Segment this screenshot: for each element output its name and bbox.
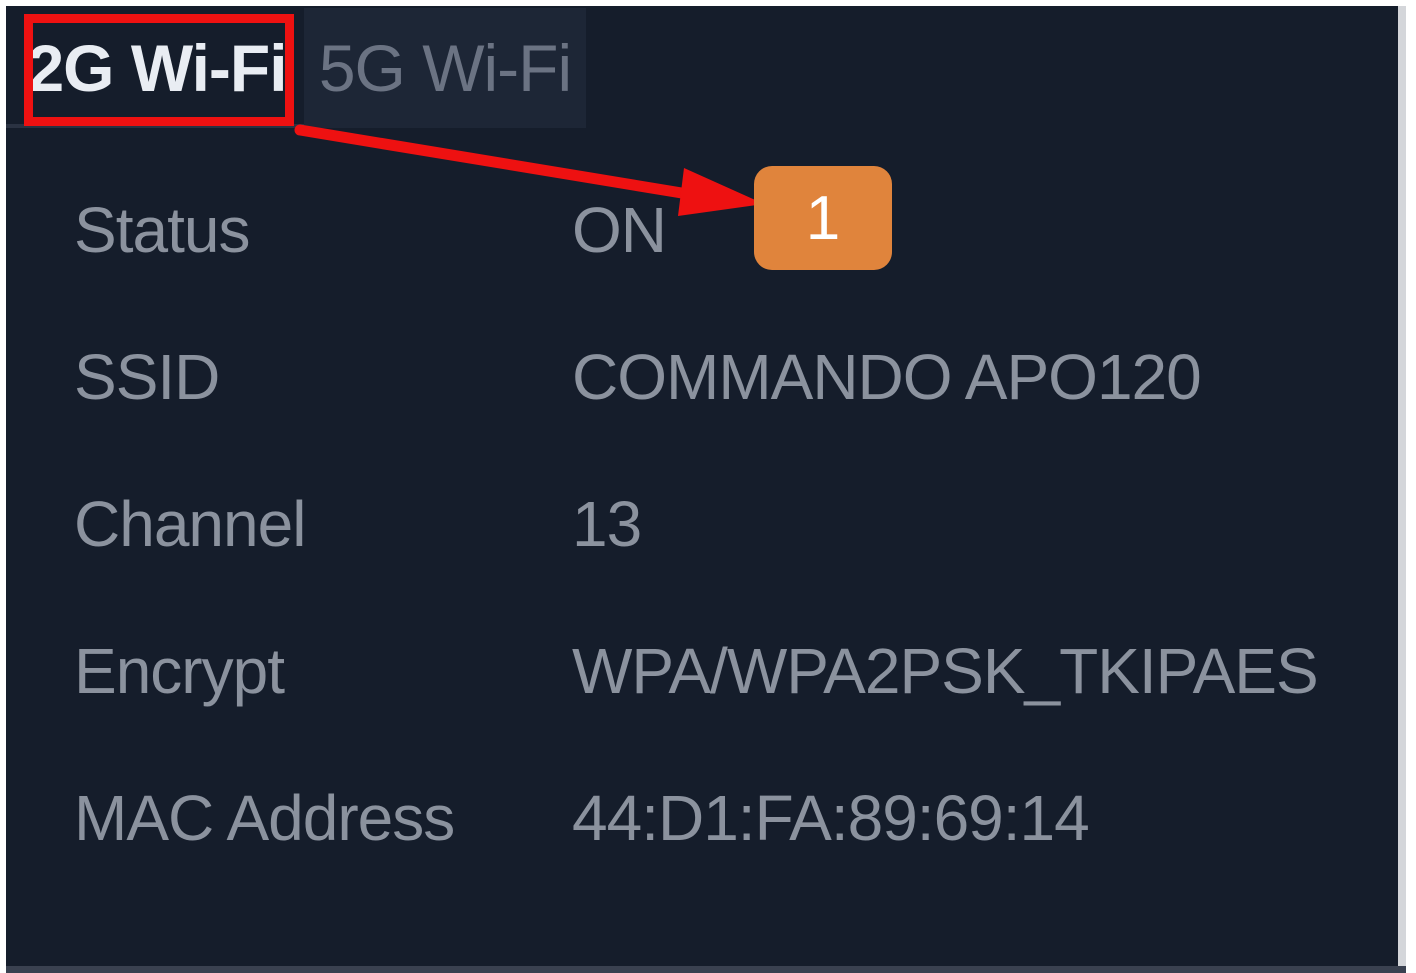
mac-address-label: MAC Address: [74, 782, 455, 854]
info-row-status: Status ON: [0, 190, 1390, 270]
tab-2g-wifi-label: 2G Wi-Fi: [27, 31, 287, 105]
panel-border-right: [1398, 6, 1406, 966]
info-row-channel: Channel 13: [0, 484, 1390, 564]
step-number: 1: [805, 183, 841, 253]
mac-address-value: 44:D1:FA:89:69:14: [572, 782, 1090, 854]
status-label: Status: [74, 194, 250, 266]
step-number-badge: 1: [754, 166, 892, 270]
page-margin-right: [1406, 6, 1416, 966]
ssid-value: COMMANDO APO120: [572, 341, 1202, 413]
tab-2g-wifi[interactable]: 2G Wi-Fi: [14, 8, 300, 128]
tab-5g-wifi[interactable]: 5G Wi-Fi: [304, 8, 586, 128]
tab-5g-wifi-label: 5G Wi-Fi: [318, 31, 572, 105]
channel-label: Channel: [74, 488, 306, 560]
status-value: ON: [572, 194, 667, 266]
info-row-ssid: SSID COMMANDO APO120: [0, 337, 1390, 417]
info-row-encrypt: Encrypt WPA/WPA2PSK_TKIPAES: [0, 631, 1390, 711]
panel-border-bottom: [6, 966, 1406, 973]
encrypt-label: Encrypt: [74, 635, 285, 707]
channel-value: 13: [572, 488, 642, 560]
info-row-mac-address: MAC Address 44:D1:FA:89:69:14: [0, 778, 1390, 858]
encrypt-value: WPA/WPA2PSK_TKIPAES: [572, 635, 1319, 707]
ssid-label: SSID: [74, 341, 220, 413]
